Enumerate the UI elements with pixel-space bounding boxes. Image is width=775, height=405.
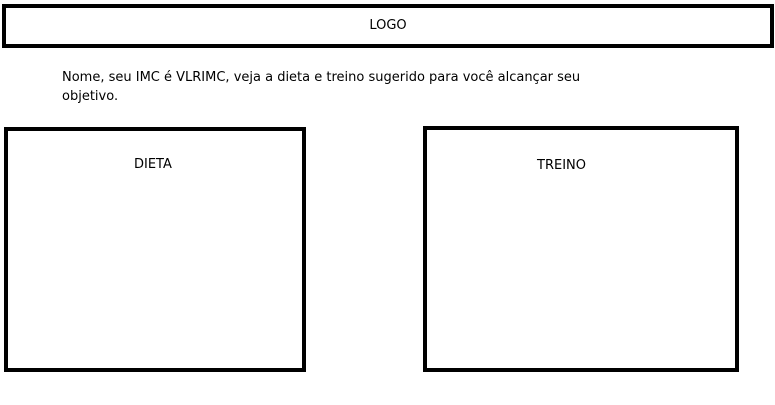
intro-message: Nome, seu IMC é VLRIMC, veja a dieta e t… <box>62 70 581 104</box>
logo: LOGO <box>369 18 407 33</box>
training-title: TREINO <box>537 158 586 173</box>
diet-title: DIETA <box>134 157 172 172</box>
diet-panel: DIETA <box>4 127 306 372</box>
training-panel: TREINO <box>423 126 739 372</box>
logo-header: LOGO <box>2 4 774 48</box>
